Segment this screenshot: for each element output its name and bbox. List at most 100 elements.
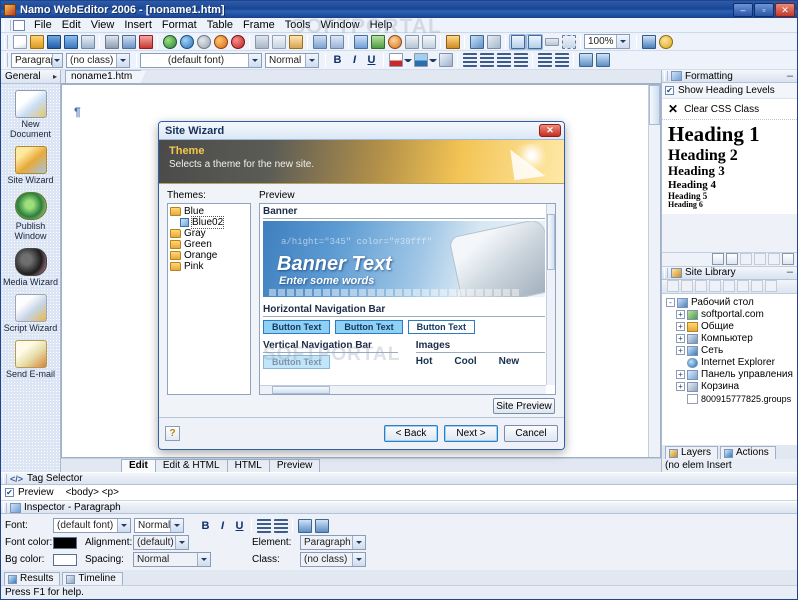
- nav-button[interactable]: Button Text: [407, 320, 475, 334]
- site-library-tree[interactable]: - Рабочий стол + softportal.com + Общие …: [662, 293, 797, 445]
- site-library-header[interactable]: Site Library –: [662, 266, 797, 280]
- tree-node[interactable]: + Корзина: [664, 381, 795, 393]
- tab-layers[interactable]: Layers: [665, 446, 719, 459]
- menu-item-view[interactable]: View: [86, 18, 120, 32]
- menu-item-table[interactable]: Table: [202, 18, 238, 32]
- tree-node[interactable]: + softportal.com: [664, 309, 795, 321]
- tree-node[interactable]: + Сеть: [664, 345, 795, 357]
- dialog-help-button[interactable]: ?: [165, 426, 180, 441]
- tree-node[interactable]: + Панель управления: [664, 369, 795, 381]
- theme-item-blue02[interactable]: Blue02: [170, 216, 248, 229]
- show-heading-levels-checkbox[interactable]: ✔: [665, 86, 674, 95]
- inspector-bold-button[interactable]: B: [197, 518, 214, 533]
- sidebar-item-new-document[interactable]: New Document: [1, 90, 60, 139]
- sidebar-item-publish-window[interactable]: Publish Window: [1, 192, 60, 241]
- redo-button[interactable]: [328, 34, 345, 50]
- font-color-button[interactable]: [387, 52, 404, 68]
- tree-node[interactable]: + Компьютер: [664, 333, 795, 345]
- inspector-header[interactable]: Inspector - Paragraph: [1, 501, 797, 514]
- scrollbar-thumb[interactable]: [272, 386, 330, 394]
- apply-style-icon[interactable]: [782, 253, 794, 266]
- table-grid-button[interactable]: [509, 33, 526, 50]
- menu-item-file[interactable]: File: [29, 18, 57, 32]
- line-break-button[interactable]: [543, 34, 560, 50]
- element-combo[interactable]: Paragraph: [300, 535, 366, 550]
- properties-library-icon[interactable]: [751, 280, 763, 293]
- site-wizard-dialog[interactable]: Site Wizard ✕ Theme Selects a theme for …: [158, 121, 565, 450]
- formatting-panel-header[interactable]: Formatting –: [662, 70, 797, 83]
- chevron-right-icon[interactable]: ▸: [53, 72, 60, 81]
- tree-node[interactable]: Internet Explorer: [664, 357, 795, 369]
- scrollbar-thumb[interactable]: [547, 214, 555, 270]
- align-right-button[interactable]: [495, 52, 512, 68]
- heading-level-4[interactable]: Heading 4: [668, 179, 791, 191]
- font-color-swatch[interactable]: [53, 536, 77, 549]
- globe-library-icon[interactable]: [723, 280, 735, 293]
- menu-item-frame[interactable]: Frame: [238, 18, 280, 32]
- tab-timeline[interactable]: Timeline: [62, 572, 123, 585]
- tree-expander[interactable]: +: [676, 310, 685, 320]
- left-panel-header[interactable]: General ▸: [1, 70, 60, 84]
- edit-style-icon[interactable]: [726, 253, 738, 266]
- publish-button[interactable]: [161, 34, 178, 50]
- inspector-font-combo[interactable]: (default font): [53, 518, 131, 533]
- paste-button[interactable]: [287, 34, 304, 50]
- tab-actions[interactable]: Actions: [720, 446, 776, 459]
- nav-button[interactable]: Button Text: [263, 320, 331, 334]
- ordered-list-button[interactable]: [536, 52, 553, 68]
- tag-preview-checkbox[interactable]: ✔: [5, 488, 14, 497]
- maximize-button[interactable]: ▫: [754, 2, 774, 17]
- theme-item-green[interactable]: Green: [170, 239, 248, 250]
- import-library-icon[interactable]: [709, 280, 721, 293]
- tree-expander[interactable]: +: [676, 382, 685, 392]
- theme-preview-box[interactable]: Banner a/hight="345" color="#39fff" Bann…: [259, 203, 556, 395]
- copy-button[interactable]: [270, 34, 287, 50]
- font-name-combo[interactable]: (default font): [140, 52, 262, 68]
- firefox-button[interactable]: [212, 34, 229, 50]
- toolbar-grip[interactable]: [4, 34, 8, 49]
- chevron-down-icon[interactable]: [51, 53, 62, 67]
- selection-button[interactable]: [560, 34, 577, 50]
- tab-results[interactable]: Results: [4, 572, 61, 585]
- panel-grip[interactable]: [664, 71, 668, 81]
- tree-node[interactable]: 800915777825.groups: [664, 393, 795, 405]
- theme-item-blue[interactable]: Blue: [170, 206, 248, 217]
- format-toolbar-grip[interactable]: [4, 53, 8, 67]
- insert-frame-button[interactable]: [420, 34, 437, 50]
- chevron-down-icon[interactable]: [305, 53, 318, 67]
- bold-button[interactable]: B: [329, 53, 346, 68]
- theme-item-pink[interactable]: Pink: [170, 261, 248, 272]
- chevron-down-icon[interactable]: [404, 59, 412, 62]
- chevron-down-icon[interactable]: [197, 553, 210, 566]
- chevron-down-icon[interactable]: [116, 53, 129, 67]
- link-library-icon[interactable]: [681, 280, 693, 293]
- heading-level-2[interactable]: Heading 2: [668, 147, 791, 165]
- zoom-combo[interactable]: 100%: [584, 34, 630, 49]
- heading-level-3[interactable]: Heading 3: [668, 164, 791, 179]
- inspector-font-size-combo[interactable]: Normal: [134, 518, 184, 533]
- paragraph-style-combo[interactable]: Paragraph: [11, 52, 63, 68]
- chevron-down-icon[interactable]: [248, 53, 261, 67]
- chevron-down-icon[interactable]: [616, 35, 629, 48]
- sidebar-item-send-email[interactable]: Send E-mail: [1, 340, 60, 379]
- insert-image-button[interactable]: [369, 34, 386, 50]
- heading-level-6[interactable]: Heading 6: [668, 200, 791, 210]
- menu-item-window[interactable]: Window: [315, 18, 364, 32]
- panel-grip[interactable]: [664, 267, 668, 278]
- inspector-indent-button[interactable]: [296, 518, 313, 534]
- minimize-button[interactable]: –: [733, 2, 753, 17]
- undo-button[interactable]: [311, 34, 328, 50]
- unlink-button[interactable]: [485, 34, 502, 50]
- tree-node[interactable]: - Рабочий стол: [664, 297, 795, 309]
- themes-list[interactable]: Blue Blue02 Gray Green Orange Pink: [167, 203, 251, 395]
- menu-grip[interactable]: [3, 19, 11, 31]
- minimize-icon[interactable]: –: [787, 267, 797, 278]
- scrollbar-thumb[interactable]: [649, 85, 660, 125]
- sidebar-item-site-wizard[interactable]: Site Wizard: [1, 146, 60, 185]
- menu-item-insert[interactable]: Insert: [119, 18, 157, 32]
- highlight-color-dropdown[interactable]: [429, 52, 437, 68]
- new-document-button[interactable]: [11, 34, 28, 50]
- site-preview-button[interactable]: Site Preview: [493, 398, 555, 414]
- back-button[interactable]: < Back: [384, 425, 438, 442]
- show-heading-levels-row[interactable]: ✔ Show Heading Levels: [662, 83, 797, 99]
